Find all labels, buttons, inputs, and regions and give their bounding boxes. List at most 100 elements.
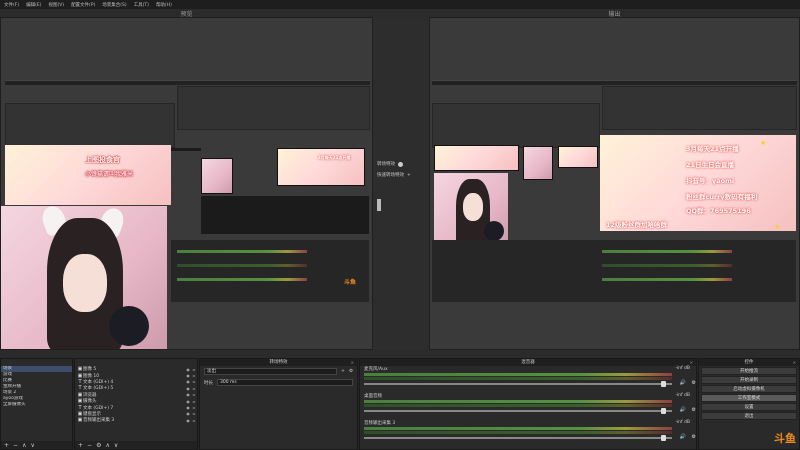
face	[63, 254, 107, 312]
program-nested-menu	[432, 80, 797, 85]
add-transition-icon[interactable]: +	[407, 173, 411, 178]
source-name: 音频输出采集 3	[83, 418, 115, 424]
program-poster-thumb	[434, 145, 519, 171]
mixer-title-text: 混音器	[521, 360, 535, 365]
level-meter	[364, 427, 672, 430]
overlay-line-3: 抖音号：yaomi	[686, 177, 735, 185]
preview-banner-text: 上图投食官	[85, 156, 120, 164]
lock-icon[interactable]: ▫	[191, 418, 197, 423]
volume-track[interactable]	[364, 383, 672, 385]
lock-icon[interactable]: ▫	[191, 405, 197, 410]
gear-icon[interactable]: ⚙	[349, 369, 353, 374]
speaker-icon[interactable]: 🔊	[680, 380, 686, 386]
level-meter	[364, 404, 672, 407]
source-item[interactable]: ▣ 图像 5 ◉ ▫	[75, 366, 197, 372]
mixer-list: 麦克风/Aux -inf dB 🔊 ⚙ 桌面音频 -inf dB 🔊 ⚙ 音频输出采集 3 -in…	[360, 366, 696, 447]
move-up-button[interactable]: ∧	[105, 442, 109, 449]
star-icon: ★	[774, 223, 781, 231]
start-streaming-button[interactable]: 开始推流	[701, 367, 797, 375]
program-webcam	[434, 173, 508, 246]
lock-icon[interactable]: ▫	[191, 399, 197, 404]
scene-item[interactable]: 全屏摄像头	[1, 402, 72, 408]
menu-tools[interactable]: 工具(T)	[134, 2, 149, 8]
settings-button[interactable]: 设置	[701, 403, 797, 411]
transition-slider[interactable]	[377, 199, 381, 211]
menu-edit[interactable]: 编辑(E)	[26, 2, 41, 8]
nested-meter-2	[177, 264, 307, 267]
speaker-icon[interactable]: 🔊	[680, 434, 686, 440]
close-icon[interactable]: ✕	[690, 359, 693, 366]
close-icon[interactable]: ✕	[351, 359, 354, 366]
source-settings-icon[interactable]: ⚙	[96, 442, 101, 449]
gear-icon[interactable]: ⚙	[692, 434, 696, 440]
program-overlay-poster: 3月每天21点开播 21日生日会直播 抖音号：yaomi 粉丝群curry数码有…	[600, 135, 796, 231]
nested-poster-thumb-3: 3月每天21点开播	[277, 148, 365, 186]
sources-toolbar: + − ⚙ ∧ ∨	[75, 441, 197, 449]
lock-icon[interactable]: ▫	[191, 379, 197, 384]
transition-label: 转场特效	[377, 162, 395, 167]
move-up-button[interactable]: ∧	[22, 442, 26, 449]
lock-icon[interactable]: ▫	[191, 411, 197, 416]
start-recording-button[interactable]: 开始录制	[701, 376, 797, 384]
program-canvas: 3月每天21点开播 21日生日会直播 抖音号：yaomi 粉丝群curry数码有…	[429, 17, 800, 350]
add-icon[interactable]: +	[341, 369, 345, 374]
duration-field[interactable]: 300 ms	[217, 379, 353, 386]
lock-icon[interactable]: ▫	[191, 386, 197, 391]
volume-track[interactable]	[364, 437, 672, 439]
volume-knob[interactable]	[661, 408, 666, 414]
source-item[interactable]: ▣ 浏览器 ◉ ▫	[75, 392, 197, 398]
transition-gear-icon[interactable]	[398, 161, 403, 167]
preview-watermark: 斗鱼	[344, 279, 357, 286]
source-item[interactable]: ▣ 摄像头 ◉ ▫	[75, 398, 197, 404]
nested-webcam-thumb	[201, 158, 233, 194]
transition-row-1[interactable]: 转场特效	[377, 161, 403, 167]
remove-source-button[interactable]: −	[87, 442, 92, 449]
menu-view[interactable]: 视图(V)	[48, 2, 64, 8]
transition-row-2[interactable]: 快速转场特效 +	[377, 172, 411, 179]
program-poster-thumb-2	[558, 146, 598, 168]
menu-scene-collection[interactable]: 场景集合(S)	[102, 2, 126, 8]
source-item[interactable]: T 文本 (GDI+) 5 ◉ ▫	[75, 385, 197, 391]
menu-profile[interactable]: 配置文件(P)	[71, 2, 95, 8]
add-source-button[interactable]: +	[78, 442, 83, 449]
source-item[interactable]: T 文本 (GDI+) 7 ◉ ▫	[75, 404, 197, 411]
studio-mode-button[interactable]: 工作室模式	[701, 394, 797, 402]
source-item[interactable]: ▣ 键盘显示 ◉ ▫	[75, 411, 197, 417]
remove-scene-button[interactable]: −	[13, 442, 18, 449]
gear-icon[interactable]: ⚙	[692, 380, 696, 386]
menu-bar: 文件(F) 编辑(E) 视图(V) 配置文件(P) 场景集合(S) 工具(T) …	[0, 0, 800, 9]
nested-docks	[201, 196, 369, 234]
add-scene-button[interactable]: +	[4, 442, 9, 449]
program-meter-3	[602, 278, 732, 281]
move-down-button[interactable]: ∨	[114, 442, 118, 449]
move-down-button[interactable]: ∨	[30, 442, 34, 449]
gear-icon[interactable]: ⚙	[692, 407, 696, 413]
scenes-toolbar: + − ∧ ∨	[1, 441, 72, 449]
lock-icon[interactable]: ▫	[191, 392, 197, 397]
overlay-line-2: 21日生日会直播	[686, 161, 735, 169]
close-icon[interactable]: ✕	[793, 359, 796, 366]
speaker-icon[interactable]: 🔊	[680, 407, 686, 413]
lock-icon[interactable]: ▫	[191, 373, 197, 378]
menu-help[interactable]: 帮助(H)	[156, 2, 172, 8]
source-name: 键盘显示	[83, 411, 101, 417]
source-item[interactable]: T 文本 (GDI+) 4 ◉ ▫	[75, 379, 197, 385]
preview-canvas[interactable]: 3月每天21点开播 上图投食官 小馋猫请叫我雅米 斗鱼	[0, 17, 373, 350]
volume-knob[interactable]	[661, 435, 666, 441]
virtual-camera-button[interactable]: 启动虚拟摄像机	[701, 385, 797, 393]
nested-overlay-text: 3月每天21点开播	[318, 155, 351, 160]
exit-button[interactable]: 退出	[701, 412, 797, 420]
controls-title-text: 控件	[744, 360, 754, 365]
volume-track[interactable]	[364, 410, 672, 412]
volume-knob[interactable]	[661, 381, 666, 387]
program-nested-window-2	[432, 103, 600, 148]
overlay-line-6: 12级粉丝群加哈哈群	[606, 221, 668, 229]
source-item[interactable]: ▣ 图像 10 ◉ ▫	[75, 372, 197, 379]
menu-file[interactable]: 文件(F)	[4, 2, 19, 8]
channel-name: 麦克风/Aux	[364, 367, 388, 372]
mixer-dock: 混音器 ✕ 麦克风/Aux -inf dB 🔊 ⚙ 桌面音频 -inf dB 🔊 ⚙ 音频输出采…	[359, 358, 697, 450]
scenes-dock: 场景 游戏 比赛 金牌开播 场景 2 ayoo游戏 全屏摄像头 + − ∧ ∨	[0, 358, 73, 450]
source-item[interactable]: ▣ 音频输出采集 3 ◉ ▫	[75, 417, 197, 423]
transition-select[interactable]: 淡出	[204, 368, 338, 375]
lock-icon[interactable]: ▫	[191, 367, 197, 372]
